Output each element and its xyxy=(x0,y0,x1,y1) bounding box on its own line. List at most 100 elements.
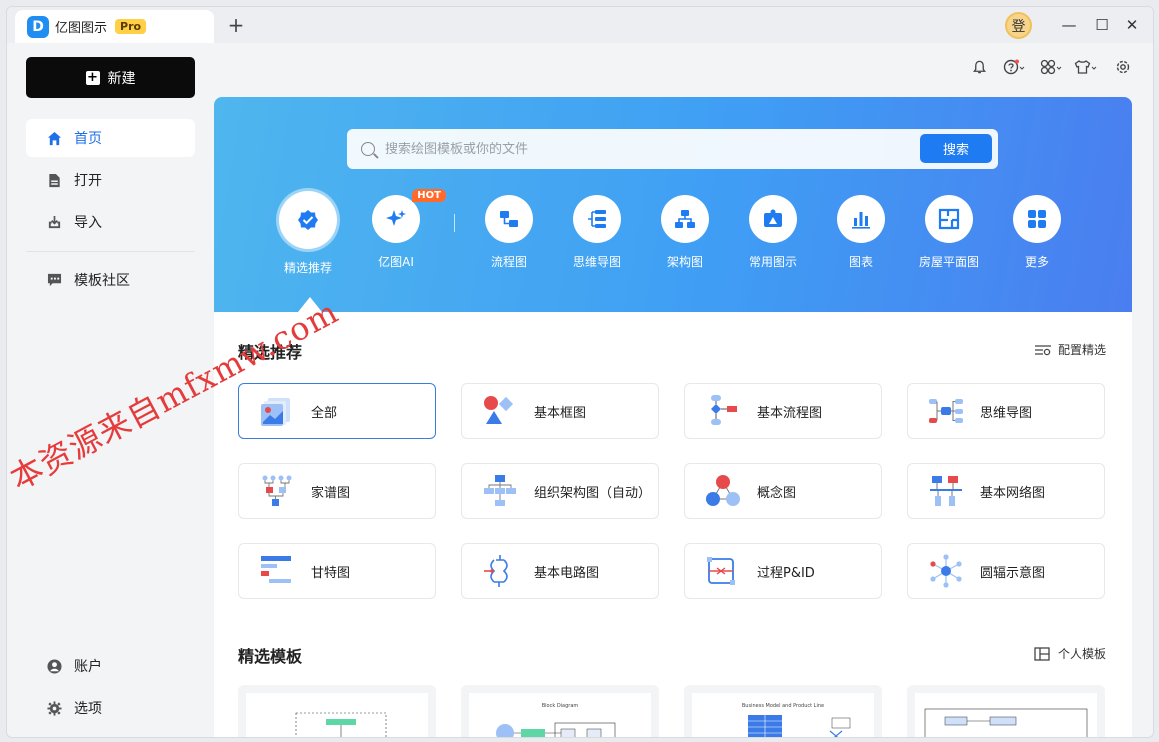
pid-icon xyxy=(705,554,741,588)
nav-item-import[interactable]: 导入 xyxy=(26,203,195,241)
template-caption: Business Model and Product Line xyxy=(741,703,825,709)
flowchart-icon xyxy=(485,195,533,243)
template-type-concept-map[interactable]: 概念图 xyxy=(684,463,882,519)
template-card[interactable] xyxy=(238,685,436,737)
template-type-mindmap[interactable]: 思维导图 xyxy=(907,383,1105,439)
home-icon xyxy=(46,130,62,146)
nav-item-label: 导入 xyxy=(74,215,102,231)
bell-icon[interactable] xyxy=(972,59,987,75)
maximize-button[interactable]: ☐ xyxy=(1090,13,1114,37)
config-featured-link[interactable]: 配置精选 xyxy=(1034,341,1106,358)
help-icon[interactable] xyxy=(1003,59,1027,75)
category-more[interactable]: 更多 xyxy=(993,195,1081,270)
category-common[interactable]: 常用图示 xyxy=(729,195,817,270)
template-type-gantt[interactable]: 甘特图 xyxy=(238,543,436,599)
app-title: 亿图图示 xyxy=(55,21,108,36)
file-icon xyxy=(46,172,62,188)
close-button[interactable]: ✕ xyxy=(1120,13,1144,37)
template-thumbnail: Block Diagram xyxy=(469,693,651,737)
template-card[interactable]: Business Model and Product Line xyxy=(684,685,882,737)
app-window: D 亿图图示 Pro + 登 — ☐ ✕ + 新建 首页 打开 导入 模板社区 … xyxy=(6,6,1154,738)
template-thumbnail: Business Model and Product Line xyxy=(692,693,874,737)
category-label: 常用图示 xyxy=(748,255,797,269)
category-label: 亿图AI xyxy=(378,255,414,269)
category-label: 更多 xyxy=(1024,255,1049,269)
category-floorplan[interactable]: 房屋平面图 xyxy=(905,195,993,270)
grid-more-icon xyxy=(1013,195,1061,243)
card-label: 基本框图 xyxy=(534,405,587,421)
nav-item-options[interactable]: 选项 xyxy=(26,689,195,727)
category-label: 房屋平面图 xyxy=(918,255,979,269)
featured-title: 精选推荐 xyxy=(238,343,303,362)
active-category-pointer xyxy=(298,297,322,312)
hero-banner: 搜索 精选推荐 HOT 亿图AI 流程图 xyxy=(214,97,1132,312)
card-label: 圆辐示意图 xyxy=(980,565,1046,581)
config-featured-label: 配置精选 xyxy=(1058,343,1107,357)
nav-item-label: 选项 xyxy=(74,701,102,717)
search-bar[interactable]: 搜索 xyxy=(347,129,998,169)
family-tree-icon xyxy=(259,474,295,508)
category-flowchart[interactable]: 流程图 xyxy=(465,195,553,270)
category-featured[interactable]: 精选推荐 xyxy=(264,191,352,276)
template-thumbnail xyxy=(915,693,1097,737)
template-type-network[interactable]: 基本网络图 xyxy=(907,463,1105,519)
nav-item-label: 首页 xyxy=(74,131,102,147)
card-label: 过程P&ID xyxy=(757,565,815,581)
concept-map-icon xyxy=(705,474,741,508)
category-mindmap[interactable]: 思维导图 xyxy=(553,195,641,270)
card-label: 基本网络图 xyxy=(980,485,1046,501)
category-architecture[interactable]: 架构图 xyxy=(641,195,729,270)
new-button-label: 新建 xyxy=(107,70,136,87)
templates-title: 精选模板 xyxy=(238,647,303,666)
all-templates-icon xyxy=(259,394,295,428)
card-label: 全部 xyxy=(311,405,338,421)
template-card[interactable] xyxy=(907,685,1105,737)
nav-item-account[interactable]: 账户 xyxy=(26,647,195,685)
community-icon xyxy=(46,272,62,288)
category-ai[interactable]: HOT 亿图AI xyxy=(352,189,446,270)
template-type-circuit[interactable]: 基本电路图 xyxy=(461,543,659,599)
gear-icon[interactable] xyxy=(1115,59,1131,75)
category-label: 流程图 xyxy=(490,255,527,269)
new-tab-button[interactable]: + xyxy=(225,13,247,37)
app-tab[interactable]: D 亿图图示 Pro xyxy=(15,10,214,43)
new-button[interactable]: + 新建 xyxy=(26,57,195,98)
category-label: 图表 xyxy=(848,255,873,269)
template-type-all[interactable]: 全部 xyxy=(238,383,436,439)
filter-settings-icon xyxy=(1035,344,1051,355)
org-chart-icon xyxy=(661,195,709,243)
hot-badge: HOT xyxy=(412,189,446,202)
search-button[interactable]: 搜索 xyxy=(920,134,992,163)
template-type-radial[interactable]: 圆辐示意图 xyxy=(907,543,1105,599)
minimize-button[interactable]: — xyxy=(1057,13,1081,37)
nav-divider xyxy=(26,251,195,252)
apps-icon[interactable] xyxy=(1040,59,1064,75)
gantt-icon xyxy=(259,554,295,588)
network-icon xyxy=(928,474,964,508)
category-charts[interactable]: 图表 xyxy=(817,195,905,270)
template-card[interactable]: Block Diagram xyxy=(461,685,659,737)
basic-flowchart-icon xyxy=(705,394,741,428)
nav-item-open[interactable]: 打开 xyxy=(26,161,195,199)
template-type-family-tree[interactable]: 家谱图 xyxy=(238,463,436,519)
card-label: 基本流程图 xyxy=(757,405,823,421)
card-label: 家谱图 xyxy=(311,485,351,501)
template-type-org-auto[interactable]: 组织架构图（自动） xyxy=(461,463,659,519)
card-label: 概念图 xyxy=(757,485,797,501)
circuit-icon xyxy=(482,554,518,588)
star-badge-icon xyxy=(279,191,337,249)
login-avatar[interactable]: 登 xyxy=(1005,12,1032,39)
template-type-basic-block[interactable]: 基本框图 xyxy=(461,383,659,439)
search-icon xyxy=(361,142,375,156)
skin-icon[interactable] xyxy=(1074,59,1098,75)
org-auto-icon xyxy=(482,474,518,508)
sidebar: + 新建 首页 打开 导入 模板社区 账户 选项 xyxy=(7,43,214,737)
template-type-basic-flowchart[interactable]: 基本流程图 xyxy=(684,383,882,439)
nav-item-community[interactable]: 模板社区 xyxy=(26,261,195,299)
nav-item-home[interactable]: 首页 xyxy=(26,119,195,157)
mindmap-icon xyxy=(573,195,621,243)
template-type-pid[interactable]: 过程P&ID xyxy=(684,543,882,599)
search-input[interactable] xyxy=(385,141,905,157)
personal-templates-link[interactable]: 个人模板 xyxy=(1034,645,1106,662)
main-panel: 搜索 精选推荐 HOT 亿图AI 流程图 xyxy=(214,97,1132,737)
